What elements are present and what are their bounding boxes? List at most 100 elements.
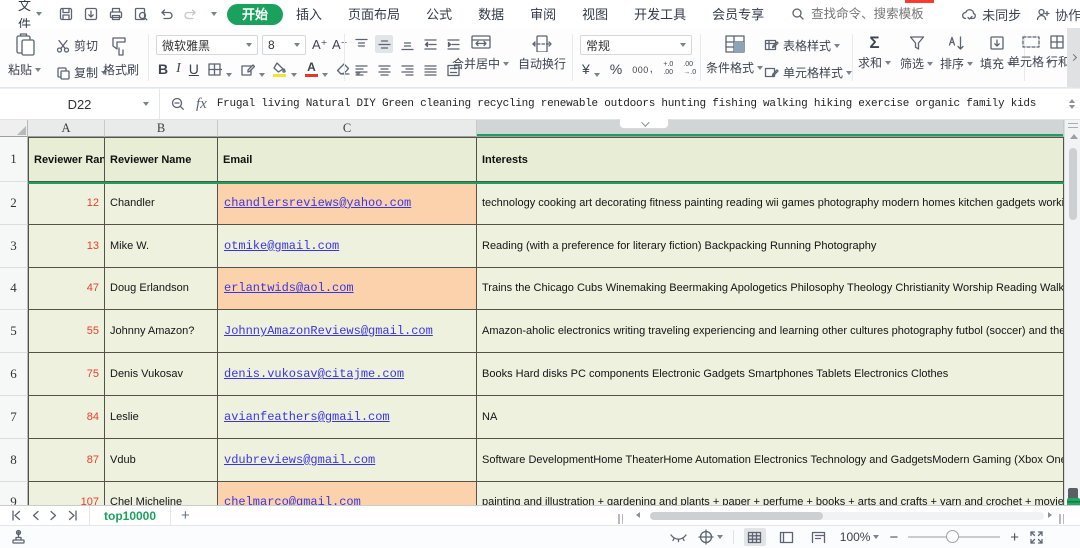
cell-reviewer-name[interactable]: Mike W.: [105, 225, 218, 268]
font-name-select[interactable]: 微软雅黑: [156, 35, 258, 55]
row-number[interactable]: 2: [0, 182, 28, 225]
fill-color-button[interactable]: [273, 62, 297, 77]
cell-header-rank[interactable]: Reviewer Rank: [28, 137, 105, 182]
email-link[interactable]: avianfeathers@gmail.com: [224, 410, 390, 424]
last-sheet-icon[interactable]: [67, 510, 79, 521]
zoom-formula-icon[interactable]: [170, 96, 186, 112]
cell-email[interactable]: denis.vukosav@citajme.com: [218, 353, 477, 396]
row-number[interactable]: 4: [0, 268, 28, 311]
cell-reviewer-name[interactable]: Leslie: [105, 396, 218, 439]
save-icon[interactable]: [58, 6, 74, 22]
email-link[interactable]: JohnnyAmazonReviews@gmail.com: [224, 324, 433, 338]
align-middle-icon[interactable]: [375, 35, 393, 53]
cell-email[interactable]: chandlersreviews@yahoo.com: [218, 182, 477, 225]
cell-reviewer-rank[interactable]: 13: [28, 225, 105, 268]
justify-icon[interactable]: [421, 61, 439, 79]
ribbon-tab[interactable]: 数据: [465, 4, 517, 25]
scroll-left-icon[interactable]: [636, 512, 640, 518]
ribbon-tab[interactable]: 会员专享: [699, 4, 777, 25]
cell-email[interactable]: vdubreviews@gmail.com: [218, 439, 477, 482]
ribbon-tab[interactable]: 审阅: [517, 4, 569, 25]
split-handle[interactable]: [1068, 123, 1078, 128]
cell-reviewer-name[interactable]: Denis Vukosav: [105, 353, 218, 396]
email-link[interactable]: chandlersreviews@yahoo.com: [224, 196, 411, 210]
more-commands-icon[interactable]: [211, 12, 217, 16]
redo-icon[interactable]: [183, 6, 199, 22]
vertical-scrollbar[interactable]: [1064, 120, 1080, 505]
zoom-level[interactable]: 100%: [840, 530, 880, 544]
ribbon-tab[interactable]: 插入: [283, 4, 335, 25]
font-size-select[interactable]: 8: [262, 35, 306, 55]
underline-button[interactable]: U: [189, 61, 199, 77]
cell-reviewer-name[interactable]: Chel Micheline: [105, 482, 218, 505]
cell-interests[interactable]: Trains the Chicago Cubs Winemaking Beerm…: [477, 268, 1064, 311]
zoom-in-button[interactable]: +: [1010, 530, 1019, 545]
table-style-button[interactable]: 表格样式: [764, 37, 840, 54]
formula-input[interactable]: Frugal living Natural DIY Green cleaning…: [217, 98, 1045, 110]
ribbon-tab[interactable]: 视图: [569, 4, 621, 25]
conditional-format-button[interactable]: 条件格式: [706, 32, 763, 76]
collaborate-button[interactable]: 协作: [1035, 5, 1080, 24]
column-header-c[interactable]: C: [218, 120, 477, 137]
paste-button[interactable]: 粘贴: [8, 32, 41, 78]
sync-status[interactable]: 未同步: [961, 5, 1021, 24]
column-header-a[interactable]: A: [28, 120, 105, 137]
cell-header-email[interactable]: Email: [218, 137, 477, 182]
sort-button[interactable]: 排序: [940, 34, 973, 72]
cell-style-button[interactable]: 单元格样式: [764, 64, 852, 81]
cell-interests[interactable]: Amazon-aholic electronics writing travel…: [477, 310, 1064, 353]
name-box[interactable]: D22: [0, 89, 160, 119]
cell-interests[interactable]: NA: [477, 396, 1064, 439]
ribbon-tab[interactable]: 公式: [413, 4, 465, 25]
column-header-d-selected[interactable]: [477, 120, 1064, 137]
sum-button[interactable]: Σ 求和: [858, 34, 891, 71]
cell-header-name[interactable]: Reviewer Name: [105, 137, 218, 182]
filter-button[interactable]: 筛选: [900, 34, 933, 72]
horizontal-scroll-thumb[interactable]: [650, 512, 823, 520]
command-search[interactable]: [791, 7, 961, 21]
row-number[interactable]: 5: [0, 310, 28, 353]
export-icon[interactable]: [83, 6, 99, 22]
cell-interests[interactable]: Software DevelopmentHome TheaterHome Aut…: [477, 439, 1064, 482]
email-link[interactable]: otmike@gmail.com: [224, 239, 339, 253]
row-number[interactable]: 9: [0, 482, 28, 505]
sheet-tab-active[interactable]: top10000: [89, 506, 171, 525]
zoom-slider[interactable]: [908, 530, 1000, 544]
zoom-out-button[interactable]: −: [889, 530, 898, 545]
cell-email[interactable]: otmike@gmail.com: [218, 225, 477, 268]
row-number[interactable]: 6: [0, 353, 28, 396]
currency-button[interactable]: ¥: [582, 61, 600, 77]
cell-reviewer-rank[interactable]: 55: [28, 310, 105, 353]
fullscreen-icon[interactable]: [1029, 530, 1044, 545]
vertical-scroll-thumb[interactable]: [1069, 148, 1077, 220]
increase-decimal-button[interactable]: +.0.00: [663, 61, 673, 76]
cell-interests[interactable]: technology cooking art decorating fitnes…: [477, 182, 1064, 225]
email-link[interactable]: chelmarco@gmail.com: [224, 495, 361, 505]
decrease-indent-icon[interactable]: [421, 35, 439, 53]
cell-reviewer-name[interactable]: Chandler: [105, 182, 218, 225]
add-sheet-button[interactable]: +: [171, 507, 200, 524]
scroll-right-icon[interactable]: [1048, 512, 1052, 518]
borders-button[interactable]: [207, 62, 232, 77]
zoom-slider-knob[interactable]: [946, 530, 959, 543]
search-input[interactable]: [811, 7, 961, 21]
cell-header-interests[interactable]: Interests: [477, 137, 1064, 182]
ribbon-tab[interactable]: 页面布局: [335, 4, 413, 25]
print-preview-icon[interactable]: [133, 6, 149, 22]
row-number[interactable]: 8: [0, 439, 28, 482]
font-color-button[interactable]: A: [305, 61, 328, 77]
align-center-icon[interactable]: [375, 61, 393, 79]
cell-reviewer-name[interactable]: Doug Erlandson: [105, 268, 218, 311]
cell-interests[interactable]: Books Hard disks PC components Electroni…: [477, 353, 1064, 396]
scroll-up-icon[interactable]: [1070, 134, 1078, 139]
cell-interests[interactable]: painting and illustration + gardening an…: [477, 482, 1064, 505]
cell-reviewer-rank[interactable]: 84: [28, 396, 105, 439]
cell-reviewer-rank[interactable]: 12: [28, 182, 105, 225]
page-break-view-button[interactable]: [808, 528, 830, 546]
row-number[interactable]: 1: [0, 137, 28, 182]
email-link[interactable]: denis.vukosav@citajme.com: [224, 367, 404, 381]
format-painter-button[interactable]: 格式刷: [103, 32, 139, 78]
copy-button[interactable]: 复制: [56, 64, 107, 81]
percent-button[interactable]: %: [610, 61, 622, 77]
align-bottom-icon[interactable]: [398, 35, 416, 53]
